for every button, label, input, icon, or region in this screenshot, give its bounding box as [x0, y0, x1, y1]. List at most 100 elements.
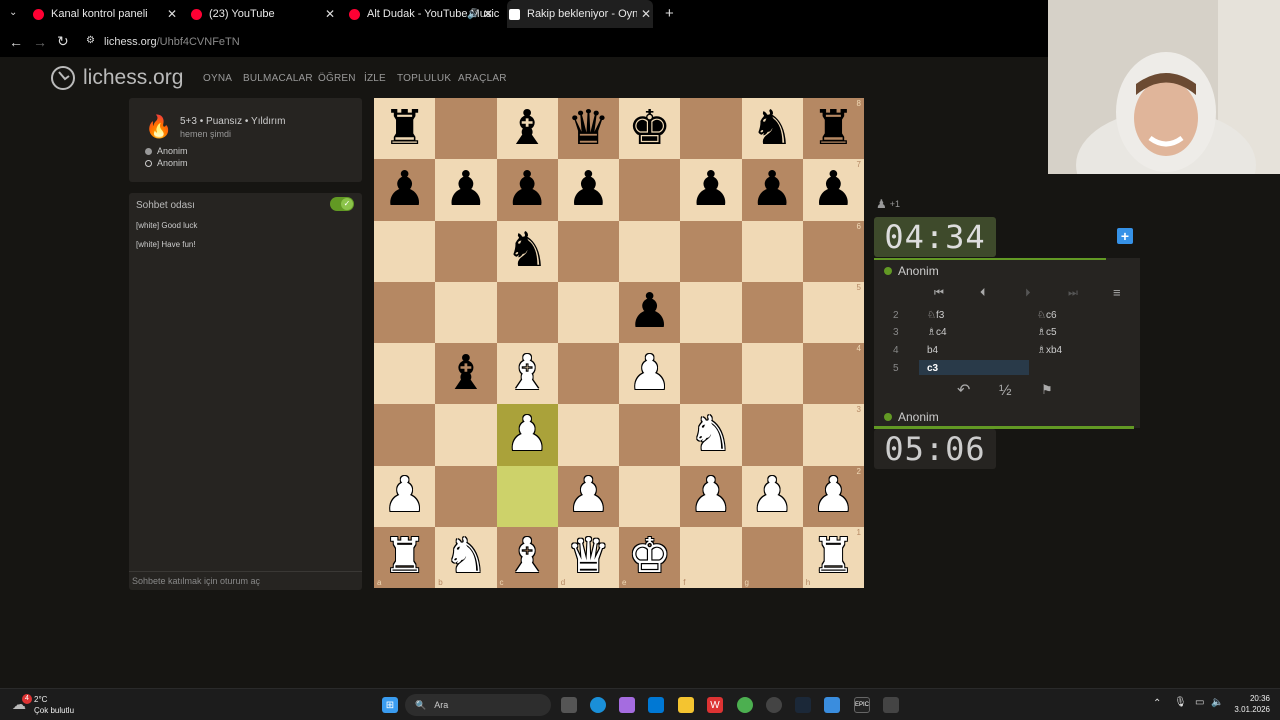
square-e7[interactable] [619, 159, 681, 221]
takeback-icon[interactable]: ↶ [957, 380, 970, 400]
chrome-icon[interactable] [737, 697, 753, 713]
move-black[interactable]: ♗c5 [1037, 327, 1057, 338]
square-d2[interactable]: ♟ [557, 465, 619, 527]
square-a6[interactable] [374, 220, 436, 282]
square-g8[interactable]: ♞ [741, 98, 803, 160]
square-a1[interactable]: ♜ a [374, 526, 436, 588]
square-c8[interactable]: ♝ [496, 98, 558, 160]
square-e6[interactable] [619, 220, 681, 282]
browser-tab-1[interactable]: Kanal kontrol paneli - YouTube ✕ [33, 0, 177, 28]
notepad-icon[interactable] [824, 697, 840, 713]
white-pawn-icon[interactable]: ♟ [689, 472, 732, 520]
square-e4[interactable]: ♟ [619, 343, 681, 405]
player-black[interactable]: Anonim [145, 158, 188, 168]
move-white[interactable]: b4 [927, 345, 938, 356]
white-queen-icon[interactable]: ♛ [567, 533, 610, 581]
black-knight-icon[interactable]: ♞ [506, 227, 549, 275]
square-c4[interactable]: ♝ [496, 343, 558, 405]
square-c1[interactable]: ♝ c [496, 526, 558, 588]
square-d3[interactable] [557, 404, 619, 466]
square-h5[interactable]: 5 [802, 281, 864, 343]
browser-tab-4-active[interactable]: Rakip bekleniyor - Oyna Anon... ✕ [507, 0, 653, 28]
square-a7[interactable]: ♟ [374, 159, 436, 221]
reload-icon[interactable]: ↻ [57, 33, 69, 50]
square-h8[interactable]: ♜ 8 [802, 98, 864, 160]
app-icon[interactable] [883, 697, 899, 713]
square-f2[interactable]: ♟ [680, 465, 742, 527]
square-f4[interactable] [680, 343, 742, 405]
file-explorer-icon[interactable] [678, 697, 694, 713]
black-pawn-icon[interactable]: ♟ [751, 165, 794, 214]
square-h1[interactable]: ♜ 1 h [802, 526, 864, 588]
last-move-icon[interactable]: ⏭ [1068, 287, 1078, 300]
square-c5[interactable] [496, 281, 558, 343]
black-rook-icon[interactable]: ♜ [812, 104, 855, 153]
browser-tab-3[interactable]: Alt Dudak - YouTube Music 🔊 ✕ [349, 0, 499, 28]
square-e8[interactable]: ♚ [619, 98, 681, 160]
black-bishop-icon[interactable]: ♝ [506, 104, 549, 153]
microphone-icon[interactable]: 🎙 [1174, 697, 1187, 708]
square-g5[interactable] [741, 281, 803, 343]
square-h2[interactable]: ♟ 2 [802, 465, 864, 527]
black-rook-icon[interactable]: ♜ [383, 104, 426, 153]
close-tab-icon[interactable]: ✕ [641, 7, 651, 21]
resign-flag-icon[interactable]: ⚑ [1041, 382, 1053, 398]
app-icon[interactable] [766, 697, 782, 713]
chat-toggle[interactable]: ✓ [330, 197, 354, 211]
square-e3[interactable] [619, 404, 681, 466]
white-pawn-icon[interactable]: ♟ [751, 472, 794, 520]
white-bishop-icon[interactable]: ♝ [506, 349, 549, 398]
prev-move-icon[interactable]: ⏴ [980, 287, 986, 300]
chess-board[interactable]: ♜ ♝ ♛ ♚ ♞ ♜ 8 ♟ ♟ ♟ ♟ ♟ ♟ ♟ 7 ♞ 6 ♟ 5 ♝ ♝ ♟ 4 ♟ ♞ 3 ♟ ♟ ♟ ♟ ♟ 2 ♜ a ♞ b ♝ c ♛ d… [374, 98, 864, 588]
white-pawn-icon[interactable]: ♟ [506, 410, 549, 459]
square-d7[interactable]: ♟ [557, 159, 619, 221]
lichess-logo[interactable]: lichess.org [50, 65, 183, 91]
office-icon[interactable]: W [707, 697, 723, 713]
square-c7[interactable]: ♟ [496, 159, 558, 221]
white-knight-icon[interactable]: ♞ [444, 533, 487, 581]
square-f6[interactable] [680, 220, 742, 282]
epic-games-icon[interactable]: EPIC [854, 697, 870, 713]
square-b8[interactable] [435, 98, 497, 160]
black-king-icon[interactable]: ♚ [628, 104, 671, 153]
square-g7[interactable]: ♟ [741, 159, 803, 221]
square-h3[interactable]: 3 [802, 404, 864, 466]
first-move-icon[interactable]: ⏮ [934, 287, 944, 300]
square-b3[interactable] [435, 404, 497, 466]
speaker-icon[interactable]: 🔊 [467, 9, 479, 20]
volume-icon[interactable]: 🔈 [1211, 697, 1223, 708]
site-info-icon[interactable]: ⚙ [86, 35, 95, 46]
tab-search-chevron-icon[interactable]: ⌄ [9, 7, 17, 18]
menu-play[interactable]: OYNA [203, 73, 232, 84]
square-h7[interactable]: ♟ 7 [802, 159, 864, 221]
square-g3[interactable] [741, 404, 803, 466]
white-rook-icon[interactable]: ♜ [383, 533, 426, 581]
square-c3[interactable]: ♟ [496, 404, 558, 466]
square-a4[interactable] [374, 343, 436, 405]
square-f7[interactable]: ♟ [680, 159, 742, 221]
browser-tab-2[interactable]: (23) YouTube ✕ [191, 0, 335, 28]
square-f1[interactable]: f [680, 526, 742, 588]
square-b7[interactable]: ♟ [435, 159, 497, 221]
white-pawn-icon[interactable]: ♟ [628, 349, 671, 398]
menu-learn[interactable]: ÖĞREN [318, 73, 356, 84]
square-h6[interactable]: 6 [802, 220, 864, 282]
black-queen-icon[interactable]: ♛ [567, 104, 610, 153]
menu-community[interactable]: TOPLULUK [397, 73, 451, 84]
square-a3[interactable] [374, 404, 436, 466]
chat-input[interactable]: Sohbete katılmak için oturum aç [129, 571, 362, 590]
move-white[interactable]: ♗c4 [927, 327, 947, 338]
square-d5[interactable] [557, 281, 619, 343]
back-icon[interactable]: ← [9, 34, 23, 50]
edge-icon[interactable] [590, 697, 606, 713]
square-b2[interactable] [435, 465, 497, 527]
player-white[interactable]: Anonim [145, 146, 188, 156]
store-icon[interactable] [648, 697, 664, 713]
forward-icon[interactable]: → [33, 34, 47, 50]
white-pawn-icon[interactable]: ♟ [567, 472, 610, 520]
square-h4[interactable]: 4 [802, 343, 864, 405]
url-field[interactable]: lichess.org/Uhbf4CVNFeTN [104, 36, 240, 48]
copilot-icon[interactable] [619, 697, 635, 713]
square-g6[interactable] [741, 220, 803, 282]
offer-draw-icon[interactable]: ½ [999, 382, 1012, 399]
